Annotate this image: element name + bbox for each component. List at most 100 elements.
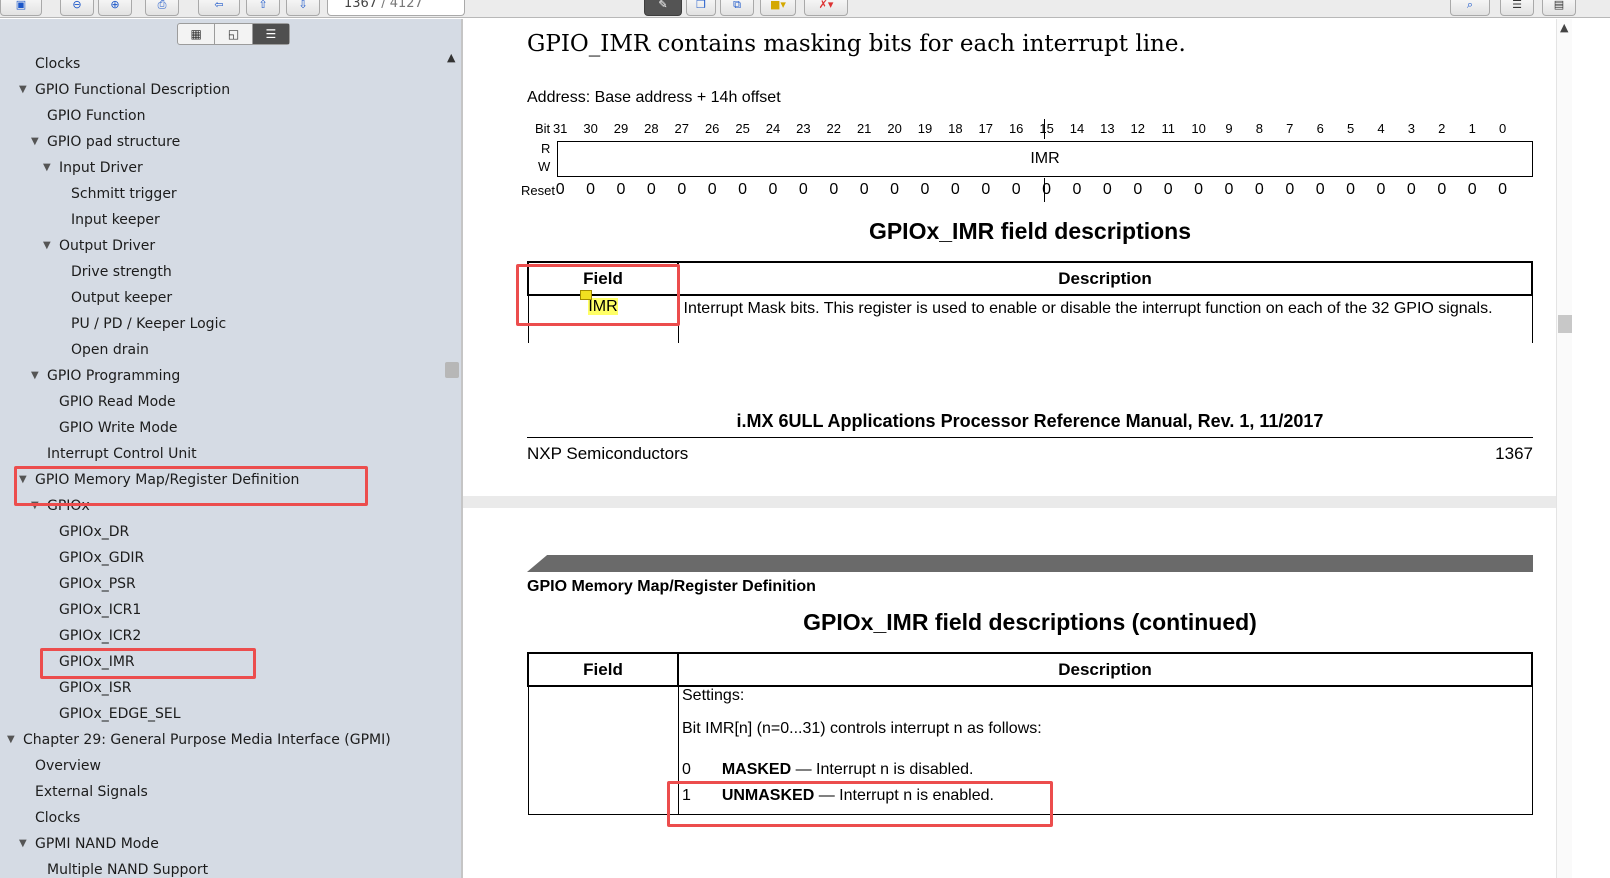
outline-item[interactable]: Multiple NAND Support xyxy=(47,859,208,878)
bit-number: 24 xyxy=(765,121,781,136)
reset-value: 0 xyxy=(1163,181,1173,198)
expanded-triangle-icon[interactable]: ▼ xyxy=(43,157,51,179)
outline-item[interactable]: Clocks xyxy=(35,53,80,75)
outline-item[interactable]: PU / PD / Keeper Logic xyxy=(71,313,226,335)
outline-item[interactable]: Output keeper xyxy=(71,287,172,309)
setting-option-0: 0 MASKED — Interrupt n is disabled. xyxy=(682,761,973,779)
outline-item[interactable]: ▼ Chapter 29: General Purpose Media Inter… xyxy=(7,729,391,751)
annotations-tab-icon[interactable]: ◱ xyxy=(215,24,253,44)
expanded-triangle-icon[interactable]: ▼ xyxy=(31,365,39,387)
sidebar-toggle-icon[interactable]: ☰ xyxy=(1500,0,1534,16)
toolbar: ▣ ⊖ ⊕ ⎙ ⇦ ⇧ ⇩ 1367 / 4127 ✎ ❐ ⧉ ■▾ ✗▾ ⌕ … xyxy=(0,0,1610,18)
expanded-triangle-icon[interactable]: ▼ xyxy=(19,833,27,855)
sidebar-scrollbar[interactable]: ▲ xyxy=(445,51,459,878)
zoom-in-icon[interactable]: ⊕ xyxy=(98,0,132,16)
section-name: GPIO Memory Map/Register Definition xyxy=(527,578,816,595)
expanded-triangle-icon[interactable]: ▼ xyxy=(19,79,27,101)
page-number: 1367 xyxy=(1495,444,1533,463)
bit-number: 18 xyxy=(948,121,963,136)
bit-separator xyxy=(1044,119,1045,139)
bit-number-row: 31 30 29 28 27 26 25 24 23 22 21 20 19 18 17 16 15 14 13 12… xyxy=(553,121,1536,137)
sidebar-scroll-thumb[interactable] xyxy=(445,362,459,378)
section-header-band xyxy=(527,555,1533,572)
outline-item[interactable]: GPIOx_EDGE_SEL xyxy=(59,703,181,725)
bit-number: 30 xyxy=(583,121,598,136)
outline-item[interactable]: GPIOx_PSR xyxy=(59,573,136,595)
print-icon[interactable]: ⎙ xyxy=(145,0,179,16)
outline-item[interactable]: Open drain xyxy=(71,339,149,361)
outline-item-label: GPIO Programming xyxy=(47,368,181,384)
document-scrollbar[interactable]: ▲ xyxy=(1556,19,1572,878)
outline-item[interactable]: GPIOx_DR xyxy=(59,521,129,543)
outline-item[interactable]: GPIO Function xyxy=(47,105,145,127)
search-icon[interactable]: ⌕ xyxy=(1450,0,1490,16)
page-current[interactable]: 1367 xyxy=(344,0,377,11)
reset-value: 0 xyxy=(1042,181,1052,198)
outline-item[interactable]: ▼ GPIO Programming xyxy=(31,365,181,387)
scroll-up-icon[interactable]: ▲ xyxy=(447,51,455,64)
outline-item[interactable]: Input keeper xyxy=(71,209,160,231)
reset-value: 0 xyxy=(981,181,991,198)
field-column-header: Field xyxy=(527,652,679,687)
back-arrow-icon[interactable]: ⇦ xyxy=(198,0,240,16)
reset-value: 0 xyxy=(1285,181,1295,198)
document-scroll-thumb[interactable] xyxy=(1558,315,1572,333)
outline-item[interactable]: GPIO Write Mode xyxy=(59,417,177,439)
reset-value: 0 xyxy=(1072,181,1082,198)
outline-item[interactable]: ▼ GPIO pad structure xyxy=(31,131,180,153)
inspector-icon[interactable]: ▤ xyxy=(1542,0,1576,16)
bit-number: 22 xyxy=(826,121,842,136)
outline-item[interactable]: GPIOx_GDIR xyxy=(59,547,144,569)
crop-icon[interactable]: ⧉ xyxy=(720,0,754,16)
shapes-icon[interactable]: ✗▾ xyxy=(804,0,848,16)
reset-value: 0 xyxy=(738,181,748,198)
outline-item[interactable]: Schmitt trigger xyxy=(71,183,177,205)
footer-rule xyxy=(527,437,1533,438)
register-heading: GPIO_IMR contains masking bits for each … xyxy=(527,31,1186,57)
bit-number: 4 xyxy=(1377,121,1385,136)
page-indicator[interactable]: 1367 / 4127 xyxy=(327,0,465,16)
outline-item[interactable]: Drive strength xyxy=(71,261,172,283)
zoom-out-icon[interactable]: ⊖ xyxy=(60,0,94,16)
outline-item[interactable]: External Signals xyxy=(35,781,148,803)
thumbnails-tab-icon[interactable]: ▦ xyxy=(178,24,216,44)
description-column-header: Description xyxy=(677,261,1533,296)
page-total: / 4127 xyxy=(381,0,423,11)
expanded-triangle-icon[interactable]: ▼ xyxy=(7,729,15,751)
outline-item-label: GPIO Functional Description xyxy=(35,82,231,98)
reset-value: 0 xyxy=(1254,181,1264,198)
outline-item[interactable]: GPIO Read Mode xyxy=(59,391,176,413)
reset-value: 0 xyxy=(798,181,808,198)
manual-title: i.MX 6ULL Applications Processor Referen… xyxy=(736,411,1324,431)
down-arrow-icon[interactable]: ⇩ xyxy=(286,0,320,16)
scroll-up-icon[interactable]: ▲ xyxy=(1560,21,1568,34)
outline-item[interactable]: Interrupt Control Unit xyxy=(47,443,197,465)
outline-tab-icon[interactable]: ☰ xyxy=(252,24,289,44)
expanded-triangle-icon[interactable]: ▼ xyxy=(31,131,39,153)
reset-value: 0 xyxy=(1346,181,1356,198)
reset-value: 0 xyxy=(586,181,596,198)
reset-value: 0 xyxy=(646,181,656,198)
annotate-pen-icon[interactable]: ✎ xyxy=(644,0,682,16)
outline-item[interactable]: ▼ GPIO Functional Description xyxy=(19,79,231,101)
stamp-icon[interactable]: ❐ xyxy=(686,0,716,16)
page-break xyxy=(463,496,1556,508)
expanded-triangle-icon[interactable]: ▼ xyxy=(43,235,51,257)
reset-value: 0 xyxy=(707,181,717,198)
outline-item[interactable]: ▼ GPMI NAND Mode xyxy=(19,833,159,855)
highlight-color-icon[interactable]: ■▾ xyxy=(760,0,796,16)
export-icon[interactable]: ▣ xyxy=(0,0,42,16)
field-cell xyxy=(527,686,679,815)
outline-item[interactable]: ▼ Output Driver xyxy=(43,235,155,257)
outline-item[interactable]: ▼ Input Driver xyxy=(43,157,143,179)
bit-number: 31 xyxy=(552,121,568,136)
reset-value: 0 xyxy=(1133,181,1143,198)
outline-item[interactable]: GPIOx_ICR2 xyxy=(59,625,141,647)
outline-item[interactable]: GPIOx_ICR1 xyxy=(59,599,141,621)
up-arrow-icon[interactable]: ⇧ xyxy=(246,0,280,16)
bit-number: 0 xyxy=(1498,121,1507,136)
outline-item[interactable]: GPIOx_ISR xyxy=(59,677,131,699)
outline-item[interactable]: Clocks xyxy=(35,807,80,829)
outline-item[interactable]: Overview xyxy=(35,755,101,777)
annotation-box xyxy=(14,466,368,506)
